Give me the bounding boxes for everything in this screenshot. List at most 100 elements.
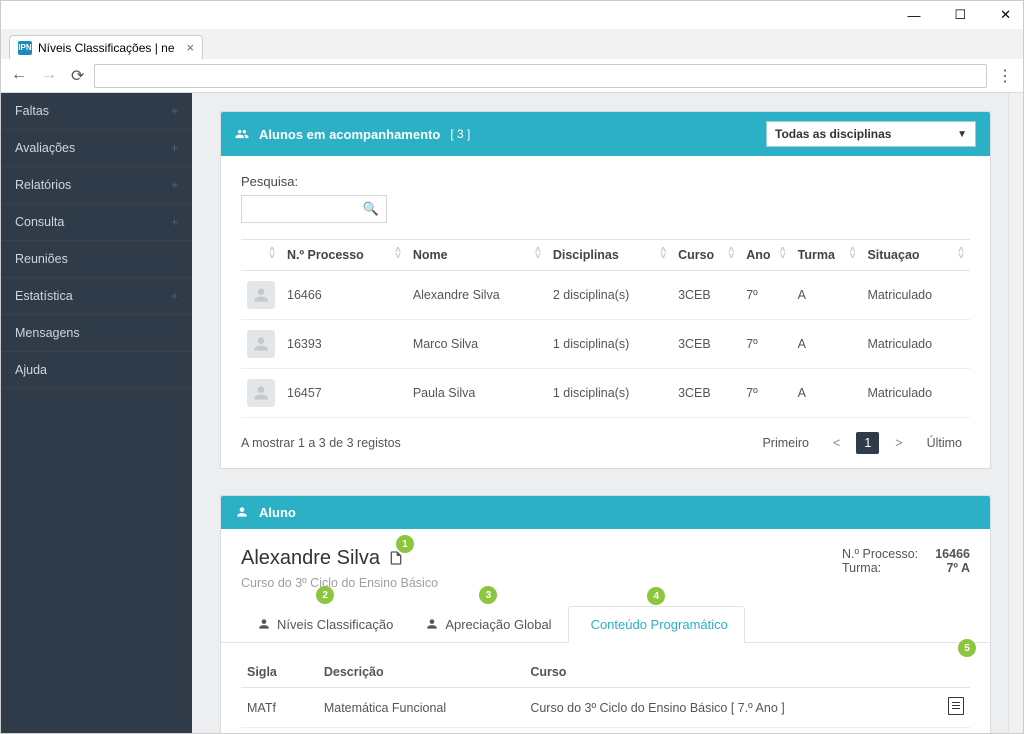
table-row[interactable]: 16393 Marco Silva 1 disciplina(s) 3CEB 7… (241, 320, 970, 369)
pager-page-1[interactable]: 1 (856, 432, 879, 454)
student-panel-header: Aluno (221, 496, 990, 529)
pager-next[interactable]: > (887, 432, 910, 454)
avatar-icon (247, 281, 275, 309)
pager-first[interactable]: Primeiro (754, 432, 817, 454)
table-row[interactable]: 16466 Alexandre Silva 2 disciplina(s) 3C… (241, 271, 970, 320)
favicon-icon: IPN (18, 41, 32, 55)
sidebar-item-relatorios[interactable]: Relatórios + (1, 167, 192, 204)
cell-disciplinas: 2 disciplina(s) (547, 271, 672, 320)
cell-sigla: PORTf (241, 728, 318, 734)
cell-turma: A (792, 271, 862, 320)
sidebar-label: Ajuda (15, 363, 47, 377)
cell-descricao: Matemática Funcional (318, 688, 524, 728)
person-icon (425, 617, 439, 632)
cell-processo: 16457 (281, 369, 407, 418)
maximize-button[interactable]: ☐ (946, 5, 974, 25)
col-situacao[interactable]: Situaçao˄˅ (861, 240, 970, 271)
panel-count: [ 3 ] (450, 127, 470, 141)
back-button[interactable]: ← (11, 66, 27, 86)
tab-apreciacao-global[interactable]: 3 Apreciação Global (409, 606, 567, 642)
avatar-icon (247, 379, 275, 407)
students-table: ˄˅ N.º Processo˄˅ Nome˄˅ Disciplinas˄˅ C… (241, 239, 970, 418)
tab-conteudo-programatico[interactable]: 4 Conteúdo Programático (568, 606, 745, 643)
sidebar-label: Faltas (15, 104, 49, 118)
address-bar: ← → ⟳ ⋮ (1, 59, 1023, 93)
browser-tab[interactable]: IPN Níveis Classificações | ne × (9, 35, 203, 59)
sidebar-item-estatistica[interactable]: Estatística + (1, 278, 192, 315)
app-sidebar: Faltas + Avaliações + Relatórios + Consu… (1, 93, 192, 733)
pager-last[interactable]: Último (919, 432, 970, 454)
cell-curso: Curso do 3º Ciclo do Ensino Básico [ 7.º… (524, 728, 934, 734)
cell-ano: 7º (740, 320, 791, 369)
cell-sigla: MATf (241, 688, 318, 728)
window-controls: — ☐ ✕ (1, 1, 1023, 29)
col-nome[interactable]: Nome˄˅ (407, 240, 547, 271)
sidebar-item-consulta[interactable]: Consulta + (1, 204, 192, 241)
col-turma[interactable]: Turma˄˅ (792, 240, 862, 271)
table-row[interactable]: 16457 Paula Silva 1 disciplina(s) 3CEB 7… (241, 369, 970, 418)
sidebar-item-avaliacoes[interactable]: Avaliações + (1, 130, 192, 167)
col-curso: Curso (524, 657, 934, 688)
cell-disciplinas: 1 disciplina(s) (547, 369, 672, 418)
expand-icon: + (171, 104, 178, 118)
col-processo[interactable]: N.º Processo˄˅ (281, 240, 407, 271)
col-sigla: Sigla (241, 657, 318, 688)
cell-nome: Marco Silva (407, 320, 547, 369)
table-row: MATf Matemática Funcional Curso do 3º Ci… (241, 688, 970, 728)
search-label: Pesquisa: (241, 174, 970, 189)
close-window-button[interactable]: ✕ (992, 5, 1019, 25)
student-meta: N.º Processo:16466 Turma:7º A (842, 547, 970, 590)
main-content: Alunos em acompanhamento [ 3 ] Todas as … (192, 93, 1023, 733)
search-icon[interactable]: 🔍 (363, 201, 379, 217)
badge-1: 1 (396, 535, 414, 553)
sidebar-label: Relatórios (15, 178, 71, 192)
cell-descricao: Português Funcional (318, 728, 524, 734)
discipline-selected-value: Todas as disciplinas (775, 127, 891, 141)
sidebar-item-mensagens[interactable]: Mensagens (1, 315, 192, 352)
cell-situacao: Matriculado (861, 320, 970, 369)
tab-close-icon[interactable]: × (187, 40, 195, 55)
col-curso[interactable]: Curso˄˅ (672, 240, 740, 271)
people-icon (235, 127, 249, 142)
cell-turma: A (792, 369, 862, 418)
pager-prev[interactable]: < (825, 432, 848, 454)
sidebar-item-ajuda[interactable]: Ajuda (1, 352, 192, 389)
avatar-icon (247, 330, 275, 358)
expand-icon: + (171, 215, 178, 229)
dropdown-arrow-icon: ▼ (957, 129, 967, 140)
sidebar-label: Estatística (15, 289, 73, 303)
document-action-button[interactable] (948, 697, 964, 715)
sidebar-label: Reuniões (15, 252, 68, 266)
cell-processo: 16466 (281, 271, 407, 320)
person-icon (235, 505, 249, 520)
cell-ano: 7º (740, 271, 791, 320)
sidebar-item-faltas[interactable]: Faltas + (1, 93, 192, 130)
table-row: PORTf Português Funcional Curso do 3º Ci… (241, 728, 970, 734)
badge-5: 5 (958, 639, 976, 657)
col-disciplinas[interactable]: Disciplinas˄˅ (547, 240, 672, 271)
tab-niveis-classificacao[interactable]: 2 Níveis Classificação (241, 606, 409, 642)
url-input[interactable] (94, 64, 987, 88)
minimize-button[interactable]: — (899, 6, 928, 25)
cell-curso: Curso do 3º Ciclo do Ensino Básico [ 7.º… (524, 688, 934, 728)
cell-situacao: Matriculado (861, 271, 970, 320)
cell-curso: 3CEB (672, 271, 740, 320)
student-file-icon[interactable]: 1 (388, 549, 404, 572)
pager: Primeiro < 1 > Último (754, 432, 970, 454)
col-sort-avatar[interactable]: ˄˅ (241, 240, 281, 271)
forward-button[interactable]: → (41, 66, 57, 86)
reload-button[interactable]: ⟳ (71, 66, 84, 86)
cell-processo: 16393 (281, 320, 407, 369)
col-ano[interactable]: Ano˄˅ (740, 240, 791, 271)
cell-nome: Alexandre Silva (407, 271, 547, 320)
tab-label: Níveis Classificação (277, 617, 393, 632)
sidebar-item-reunioes[interactable]: Reuniões (1, 241, 192, 278)
badge-3: 3 (479, 586, 497, 604)
discipline-select[interactable]: Todas as disciplinas ▼ (766, 121, 976, 147)
student-course: Curso do 3º Ciclo do Ensino Básico (241, 576, 438, 590)
cell-situacao: Matriculado (861, 369, 970, 418)
cell-ano: 7º (740, 369, 791, 418)
cell-turma: A (792, 320, 862, 369)
table-showing-text: A mostrar 1 a 3 de 3 registos (241, 436, 401, 450)
browser-menu-icon[interactable]: ⋮ (997, 66, 1013, 86)
